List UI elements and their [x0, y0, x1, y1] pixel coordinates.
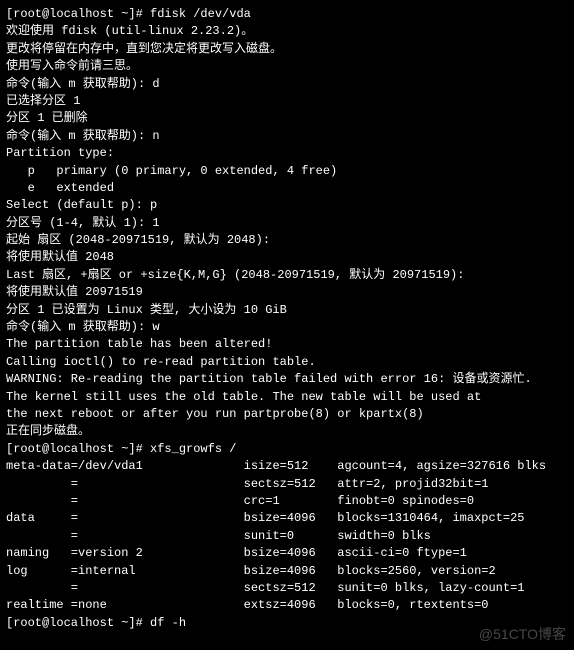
- terminal-line: the next reboot or after you run partpro…: [6, 406, 568, 423]
- terminal-line: = sectsz=512 sunit=0 blks, lazy-count=1: [6, 580, 568, 597]
- terminal-output: [root@localhost ~]# fdisk /dev/vda 欢迎使用 …: [6, 6, 568, 632]
- terminal-line: 起始 扇区 (2048-20971519, 默认为 2048):: [6, 232, 568, 249]
- terminal-line: = crc=1 finobt=0 spinodes=0: [6, 493, 568, 510]
- terminal-line: The kernel still uses the old table. The…: [6, 389, 568, 406]
- terminal-line: 分区号 (1-4, 默认 1): 1: [6, 215, 568, 232]
- watermark: @51CTO博客: [479, 624, 566, 644]
- terminal-line: = sectsz=512 attr=2, projid32bit=1: [6, 476, 568, 493]
- terminal-line: 欢迎使用 fdisk (util-linux 2.23.2)。: [6, 23, 568, 40]
- terminal-line: 分区 1 已设置为 Linux 类型, 大小设为 10 GiB: [6, 302, 568, 319]
- terminal-line: naming =version 2 bsize=4096 ascii-ci=0 …: [6, 545, 568, 562]
- terminal-line: [root@localhost ~]# fdisk /dev/vda: [6, 6, 568, 23]
- terminal-line: 命令(输入 m 获取帮助): w: [6, 319, 568, 336]
- terminal-line: data = bsize=4096 blocks=1310464, imaxpc…: [6, 510, 568, 527]
- terminal-line: 将使用默认值 20971519: [6, 284, 568, 301]
- terminal-line: 更改将停留在内存中，直到您决定将更改写入磁盘。: [6, 41, 568, 58]
- terminal-line: p primary (0 primary, 0 extended, 4 free…: [6, 163, 568, 180]
- terminal-line: 使用写入命令前请三思。: [6, 58, 568, 75]
- terminal-line: = sunit=0 swidth=0 blks: [6, 528, 568, 545]
- terminal-line: Partition type:: [6, 145, 568, 162]
- terminal-line: Calling ioctl() to re-read partition tab…: [6, 354, 568, 371]
- terminal-line: 正在同步磁盘。: [6, 423, 568, 440]
- terminal-line: The partition table has been altered!: [6, 336, 568, 353]
- terminal-line: Select (default p): p: [6, 197, 568, 214]
- terminal-line: WARNING: Re-reading the partition table …: [6, 371, 568, 388]
- terminal-line: e extended: [6, 180, 568, 197]
- terminal-line: 命令(输入 m 获取帮助): n: [6, 128, 568, 145]
- terminal-line: 分区 1 已删除: [6, 110, 568, 127]
- terminal-line: Last 扇区, +扇区 or +size{K,M,G} (2048-20971…: [6, 267, 568, 284]
- terminal-line: 将使用默认值 2048: [6, 249, 568, 266]
- terminal-line: 已选择分区 1: [6, 93, 568, 110]
- terminal-line: realtime =none extsz=4096 blocks=0, rtex…: [6, 597, 568, 614]
- terminal-line: meta-data=/dev/vda1 isize=512 agcount=4,…: [6, 458, 568, 475]
- terminal-line: log =internal bsize=4096 blocks=2560, ve…: [6, 563, 568, 580]
- terminal-line: [root@localhost ~]# xfs_growfs /: [6, 441, 568, 458]
- terminal-line: 命令(输入 m 获取帮助): d: [6, 76, 568, 93]
